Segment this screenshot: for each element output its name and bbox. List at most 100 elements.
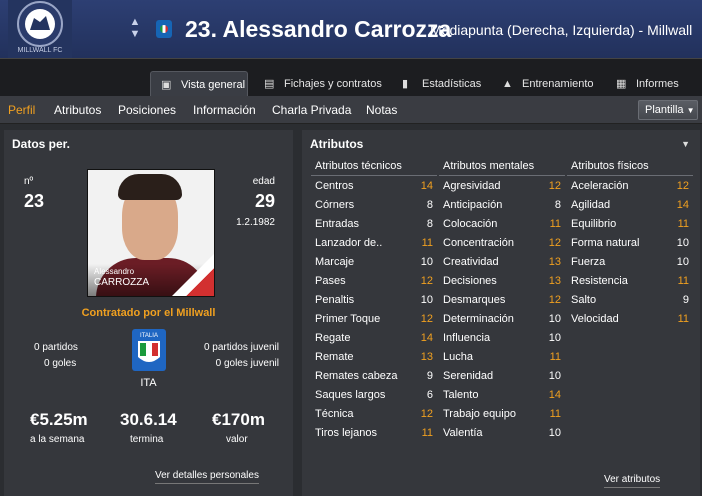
tab-estadisticas[interactable]: ▮ Estadísticas (392, 71, 488, 97)
view-attributes-button[interactable]: Ver atributos (604, 474, 661, 488)
attribute-row[interactable]: Determinación 10 (439, 309, 565, 328)
attribute-row[interactable]: Colocación 11 (439, 214, 565, 233)
attribute-name: Entradas (315, 218, 360, 230)
report-icon: ▦ (616, 78, 627, 90)
attribute-row[interactable]: Anticipación 8 (439, 195, 565, 214)
tab-label: Informes (636, 78, 679, 90)
attribute-row[interactable]: Creatividad 13 (439, 252, 565, 271)
attribute-row[interactable]: Influencia 10 (439, 328, 565, 347)
attribute-row[interactable]: Concentración 12 (439, 233, 565, 252)
attribute-value: 10 (548, 332, 561, 344)
attribute-name: Marcaje (315, 256, 355, 268)
attribute-value: 10 (420, 256, 433, 268)
attribute-value: 6 (426, 389, 433, 401)
chevron-down-icon: ▼ (686, 106, 695, 115)
attribute-row[interactable]: Talento 14 (439, 385, 565, 404)
attribute-row[interactable]: Equilibrio 11 (567, 214, 693, 233)
chevron-down-icon[interactable]: ▼ (681, 139, 690, 149)
club-badge-icon[interactable]: MILLWALL FC (8, 0, 72, 58)
attribute-name: Penaltis (315, 294, 355, 306)
attribute-row[interactable]: Lanzador de.. 11 (311, 233, 437, 252)
subnav-charla-privada[interactable]: Charla Privada (272, 103, 351, 117)
attribute-value: 8 (554, 199, 561, 211)
view-personal-details-button[interactable]: Ver detalles personales (155, 470, 259, 484)
attribute-value: 13 (548, 275, 561, 287)
attribute-name: Desmarques (443, 294, 506, 306)
attribute-value: 14 (420, 180, 433, 192)
dropdown-label: Plantilla (645, 104, 684, 116)
attribute-row[interactable]: Primer Toque 12 (311, 309, 437, 328)
plantilla-dropdown[interactable]: Plantilla ▼ (638, 100, 698, 120)
subnav-perfil[interactable]: Perfil (8, 103, 35, 117)
panel-title: Datos per. (12, 137, 71, 151)
attribute-value: 12 (548, 237, 561, 249)
attribute-row[interactable]: Valentía 10 (439, 423, 565, 442)
attribute-row[interactable]: Aceleración 12 (567, 176, 693, 195)
contract-status[interactable]: Contratado por el Millwall (4, 307, 293, 319)
attribute-row[interactable]: Penaltis 10 (311, 290, 437, 309)
youth-appearances: 0 partidos juvenil (203, 342, 279, 353)
attribute-row[interactable]: Fuerza 10 (567, 252, 693, 271)
attribute-name: Técnica (315, 408, 354, 420)
attribute-row[interactable]: Pases 12 (311, 271, 437, 290)
attribute-row[interactable]: Forma natural 10 (567, 233, 693, 252)
person-card-icon: ▣ (161, 78, 172, 91)
tab-fichajes[interactable]: ▤ Fichajes y contratos (254, 71, 384, 97)
birth-date: 1.2.1982 (236, 217, 275, 228)
attribute-name: Determinación (443, 313, 514, 325)
attribute-name: Serenidad (443, 370, 494, 382)
attribute-row[interactable]: Decisiones 13 (439, 271, 565, 290)
attribute-row[interactable]: Técnica 12 (311, 404, 437, 423)
italy-federation-badge-icon[interactable]: ITALIA (132, 329, 166, 371)
attribute-name: Influencia (443, 332, 491, 344)
attribute-row[interactable]: Remates cabeza 9 (311, 366, 437, 385)
attribute-row[interactable]: Córners 8 (311, 195, 437, 214)
attribute-row[interactable]: Velocidad 11 (567, 309, 693, 328)
attribute-value: 8 (426, 199, 433, 211)
player-nav-arrows[interactable]: ▲ ▼ (128, 16, 142, 42)
attribute-row[interactable]: Tiros lejanos 11 (311, 423, 437, 442)
attribute-row[interactable]: Remate 13 (311, 347, 437, 366)
attribute-name: Centros (315, 180, 354, 192)
attribute-row[interactable]: Centros 14 (311, 176, 437, 195)
tab-entrenamiento[interactable]: ▲ Entrenamiento (492, 71, 600, 97)
squad-number: 23 (24, 191, 45, 211)
attribute-row[interactable]: Saques largos 6 (311, 385, 437, 404)
attribute-name: Regate (315, 332, 351, 344)
chevron-up-icon[interactable]: ▲ (128, 16, 142, 28)
attribute-name: Primer Toque (315, 313, 381, 325)
attribute-value: 11 (549, 351, 561, 363)
tab-informes[interactable]: ▦ Informes (606, 71, 696, 97)
page-title: 23. Alessandro Carrozza (185, 16, 452, 42)
attribute-row[interactable]: Regate 14 (311, 328, 437, 347)
attribute-name: Tiros lejanos (315, 427, 377, 439)
photo-first-name: Alessandro (94, 267, 135, 276)
attribute-row[interactable]: Lucha 11 (439, 347, 565, 366)
attribute-row[interactable]: Salto 9 (567, 290, 693, 309)
header-bar: MILLWALL FC ▲ ▼ 23. Alessandro Carrozza … (0, 0, 702, 58)
attribute-row[interactable]: Trabajo equipo 11 (439, 404, 565, 423)
subnav-atributos[interactable]: Atributos (54, 103, 101, 117)
tab-bar: ▣ Vista general ▤ Fichajes y contratos ▮… (0, 58, 702, 97)
attribute-row[interactable]: Resistencia 11 (567, 271, 693, 290)
attribute-value: 11 (677, 313, 689, 325)
attribute-row[interactable]: Marcaje 10 (311, 252, 437, 271)
panel-title: Atributos (310, 137, 364, 151)
attribute-row[interactable]: Serenidad 10 (439, 366, 565, 385)
attribute-value: 12 (420, 275, 433, 287)
subnav-posiciones[interactable]: Posiciones (118, 103, 176, 117)
subnav-notas[interactable]: Notas (366, 103, 397, 117)
attribute-row[interactable]: Agilidad 14 (567, 195, 693, 214)
transfer-value: €170m (212, 410, 265, 429)
attribute-value: 10 (548, 427, 561, 439)
attribute-value: 11 (549, 218, 561, 230)
wage-value: €5.25m (30, 410, 88, 429)
attribute-name: Lanzador de.. (315, 237, 383, 249)
attribute-row[interactable]: Agresividad 12 (439, 176, 565, 195)
attribute-row[interactable]: Entradas 8 (311, 214, 437, 233)
attribute-name: Equilibrio (571, 218, 617, 230)
attribute-row[interactable]: Desmarques 12 (439, 290, 565, 309)
subnav-informacion[interactable]: Información (193, 103, 256, 117)
tab-vista-general[interactable]: ▣ Vista general (150, 71, 248, 97)
chevron-down-icon[interactable]: ▼ (128, 28, 142, 40)
